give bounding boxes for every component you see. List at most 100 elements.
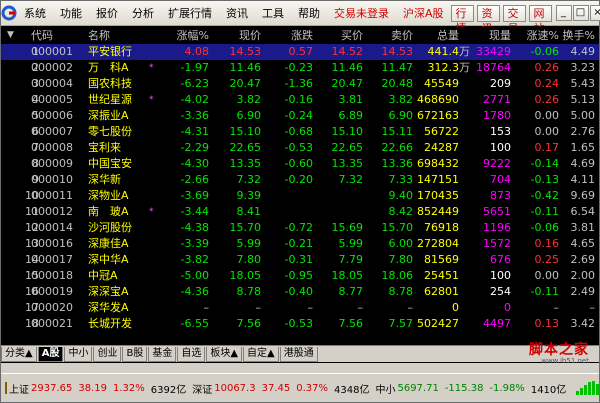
table-row[interactable]: 3 000004 国农科技 -6.23 20.47 -1.36 20.47 20.48 4554… <box>1 76 599 92</box>
stock-name: 平安银行 <box>88 45 132 58</box>
tab-funds[interactable]: 基金 <box>148 346 177 362</box>
pct-change: -1.97 <box>180 61 209 74</box>
tab-custom[interactable]: 自定▲ <box>243 346 279 362</box>
pct-change: -4.36 <box>180 285 209 298</box>
table-row[interactable]: 11 000012 南 玻A * -3.44 8.41 8.42 852449 5651 -0.1… <box>1 204 599 220</box>
close-icon[interactable]: × <box>589 5 600 21</box>
table-row[interactable]: 5 000006 深振业A -3.36 6.90 -0.24 6.89 6.90 672163 1… <box>1 108 599 124</box>
stock-name: 深康佳A <box>88 237 129 250</box>
table-row[interactable]: 10 000011 深物业A -3.69 9.39 9.40 170435 873 -0.42 9… <box>1 188 599 204</box>
table-row[interactable]: 8 000009 中国宝安 -4.30 13.35 -0.60 13.35 13.36 6984… <box>1 156 599 172</box>
header-price[interactable]: 现价 <box>211 27 261 44</box>
margin-mark <box>149 236 157 252</box>
price-change: -1.36 <box>284 77 313 90</box>
quick-trade-button[interactable]: 交易 <box>502 4 526 35</box>
header-name[interactable]: 名称 <box>88 27 148 44</box>
ask-price: 8.78 <box>388 285 414 298</box>
table-row[interactable]: 13 000016 深康佳A -3.39 5.99 -0.21 5.99 6.00 272804… <box>1 236 599 252</box>
menu-news[interactable]: 资讯 <box>219 1 255 26</box>
meter-bar <box>596 384 600 395</box>
menu-tools[interactable]: 工具 <box>255 1 291 26</box>
current-price: 6.90 <box>236 109 262 122</box>
tab-sectors[interactable]: 板块▲ <box>206 346 243 362</box>
sz-index-value[interactable]: 10067.3 <box>214 383 255 394</box>
header-bid[interactable]: 买价 <box>313 27 363 44</box>
bid-price: 11.46 <box>331 61 364 74</box>
quick-quote-button[interactable]: 行情 <box>450 4 474 35</box>
quick-buttons: 行情 资讯 交易 网站 <box>450 4 556 35</box>
current-price: 7.32 <box>236 173 262 186</box>
table-row[interactable]: 12 000014 沙河股份 -4.38 15.70 -0.72 15.69 15.70 769… <box>1 220 599 236</box>
table-row[interactable]: 4 000005 世纪星源 * -4.02 3.82 -0.16 3.81 3.82 468690… <box>1 92 599 108</box>
table-row[interactable]: 7 000008 宝利来 -2.29 22.65 -0.53 22.65 22.66 24287… <box>1 140 599 156</box>
table-row[interactable]: 2 000002 万 科A * -1.97 11.46 -0.23 11.46 11.47 312… <box>1 60 599 76</box>
current-volume: 209 <box>490 77 511 90</box>
sort-arrow-icon[interactable]: ▼ <box>7 30 17 40</box>
tab-hk-connect[interactable]: 港股通 <box>279 346 318 362</box>
stock-code: 000007 <box>31 125 73 138</box>
pct-change: – <box>203 301 210 314</box>
tab-chinext[interactable]: 创业 <box>93 346 122 362</box>
stock-name: 南 玻A <box>88 205 129 218</box>
pct-change: -3.82 <box>180 253 209 266</box>
header-volume[interactable]: 总量 <box>413 27 459 44</box>
current-volume: 254 <box>490 285 511 298</box>
quick-news-button[interactable]: 资讯 <box>476 4 500 35</box>
current-price: – <box>255 301 262 314</box>
menu-system[interactable]: 系统 <box>17 1 53 26</box>
menu-extended[interactable]: 扩展行情 <box>161 1 219 26</box>
table-row[interactable]: 6 000007 零七股份 -4.31 15.10 -0.68 15.10 15.11 5672… <box>1 124 599 140</box>
margin-mark <box>149 220 157 236</box>
tab-sme[interactable]: 中小 <box>64 346 93 362</box>
table-row[interactable]: 16 000019 深深宝A -4.36 8.78 -0.40 8.77 8.78 62801 2… <box>1 284 599 300</box>
bid-price: 20.47 <box>331 77 364 90</box>
table-header: ▼ 代码 名称 涨幅% 现价 涨跌 买价 卖价 总量 现量 涨速% 换手% <box>1 27 599 44</box>
table-row[interactable]: 18 000021 长城开发 -6.55 7.56 -0.53 7.56 7.57 502427… <box>1 316 599 332</box>
trade-login-status[interactable]: 交易未登录 <box>327 1 396 26</box>
table-row[interactable]: 15 000018 中冠A -5.00 18.05 -0.95 18.05 18.06 2545… <box>1 268 599 284</box>
current-price: 14.53 <box>229 45 262 58</box>
ask-price: 6.00 <box>388 237 414 250</box>
sh-index-label: 上证 <box>9 384 29 396</box>
sme-index-value[interactable]: 5697.71 <box>397 383 438 394</box>
header-change[interactable]: 涨跌 <box>263 27 313 44</box>
quote-table[interactable]: ▼ 代码 名称 涨幅% 现价 涨跌 买价 卖价 总量 现量 涨速% 换手% 10… <box>1 27 599 345</box>
tab-b-shares[interactable]: B股 <box>122 346 148 362</box>
stock-name: 世纪星源 <box>88 93 132 106</box>
turnover-rate: 3.81 <box>570 221 596 234</box>
header-turnover[interactable]: 换手% <box>553 27 595 44</box>
header-current-volume[interactable]: 现量 <box>467 27 511 44</box>
tab-watchlist[interactable]: 自选 <box>177 346 206 362</box>
current-price: 15.10 <box>229 125 262 138</box>
pct-change: -5.00 <box>180 269 209 282</box>
header-ask[interactable]: 卖价 <box>363 27 413 44</box>
pct-change: -4.31 <box>180 125 209 138</box>
sme-index-pct: -1.98% <box>489 382 525 394</box>
sh-index-value[interactable]: 2937.65 <box>31 383 72 394</box>
quick-website-button[interactable]: 网站 <box>528 4 552 35</box>
table-row[interactable]: 14 000017 深中华A -3.82 7.80 -0.31 7.79 7.80 81569 6… <box>1 252 599 268</box>
current-volume: 9222 <box>483 157 511 170</box>
table-row[interactable]: 1 000001 平安银行 4.08 14.53 0.57 14.52 14.53 441.4 万… <box>1 44 599 60</box>
sh-turnover: 6392亿 <box>150 384 187 396</box>
menu-quote[interactable]: 报价 <box>89 1 125 26</box>
stock-code: 000002 <box>31 61 73 74</box>
tab-category[interactable]: 分类▲ <box>1 346 37 362</box>
status-index-icon[interactable] <box>5 382 7 394</box>
stock-name: 深华发A <box>88 301 129 314</box>
menu-help[interactable]: 帮助 <box>291 1 327 26</box>
market-indicator[interactable]: 沪深A股 <box>396 1 451 26</box>
price-change <box>263 204 313 220</box>
table-row[interactable]: 17 000020 深华发A – – – – –0 0– – <box>1 300 599 316</box>
menu-function[interactable]: 功能 <box>53 1 89 26</box>
stock-name: 深深宝A <box>88 285 129 298</box>
header-pct[interactable]: 涨幅% <box>157 27 209 44</box>
header-code[interactable]: 代码 <box>31 27 87 44</box>
minimize-icon[interactable]: _ <box>555 5 572 21</box>
tab-a-shares[interactable]: A股 <box>37 346 64 362</box>
menu-analysis[interactable]: 分析 <box>125 1 161 26</box>
turnover-rate: – <box>589 301 596 314</box>
maximize-icon[interactable]: □ <box>572 5 589 21</box>
table-row[interactable]: 9 000010 深华新 -2.66 7.32 -0.20 7.32 7.33 147151 70… <box>1 172 599 188</box>
status-spacer <box>1 363 599 373</box>
